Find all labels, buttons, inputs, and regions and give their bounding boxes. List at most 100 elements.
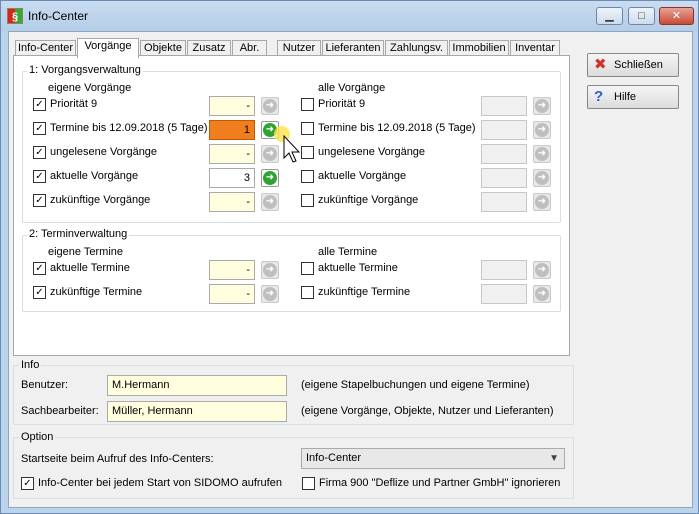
- termin-own-checkbox-0[interactable]: ✓: [33, 262, 46, 275]
- arrow-right-icon: ➜: [263, 195, 277, 209]
- sachbearbeiter-note: (eigene Vorgänge, Objekte, Nutzer und Li…: [301, 405, 554, 417]
- arrow-right-icon: ➜: [535, 171, 549, 185]
- vorgang-own-count-2[interactable]: -: [209, 144, 255, 164]
- vorgang-own-checkbox-2[interactable]: ✓: [33, 146, 46, 159]
- vorgang-own-label-0: Priorität 9: [50, 98, 98, 110]
- sachbearbeiter-field[interactable]: Müller, Hermann: [107, 401, 287, 422]
- hilfe-button[interactable]: ? Hilfe: [587, 85, 679, 109]
- vorgang-all-go-button-1[interactable]: ➜: [533, 121, 551, 139]
- vorgang-own-checkbox-1[interactable]: ✓: [33, 122, 46, 135]
- vorgang-own-checkbox-4[interactable]: ✓: [33, 194, 46, 207]
- vorgang-all-checkbox-0[interactable]: [301, 98, 314, 111]
- vorgang-own-count-1[interactable]: 1: [209, 120, 255, 140]
- vorgang-all-label-3: aktuelle Vorgänge: [318, 170, 407, 182]
- arrow-right-icon: ➜: [535, 195, 549, 209]
- app-icon: §: [7, 8, 23, 24]
- termin-all-go-button-0[interactable]: ➜: [533, 261, 551, 279]
- vorgaenge-panel: 1: Vorgangsverwaltung eigene Vorgänge al…: [13, 55, 570, 356]
- vorgang-own-label-1: Termine bis 12.09.2018 (5 Tage): [50, 122, 208, 134]
- vorgang-own-checkbox-0[interactable]: ✓: [33, 98, 46, 111]
- tab-vorgaenge[interactable]: Vorgänge: [77, 38, 139, 58]
- vorgang-all-go-button-4[interactable]: ➜: [533, 193, 551, 211]
- vorgang-all-go-button-3[interactable]: ➜: [533, 169, 551, 187]
- mouse-cursor-icon: [274, 126, 301, 163]
- help-icon: ?: [594, 88, 604, 105]
- termin-all-count-0[interactable]: [481, 260, 527, 280]
- vorgang-all-count-4[interactable]: [481, 192, 527, 212]
- vorgang-all-go-button-0[interactable]: ➜: [533, 97, 551, 115]
- termin-own-label-0: aktuelle Termine: [50, 262, 130, 274]
- all-termine-header: alle Termine: [318, 246, 378, 258]
- vorgang-own-go-button-3[interactable]: ➜: [261, 169, 279, 187]
- startseite-select[interactable]: Info-Center ▼: [301, 448, 565, 469]
- terminverwaltung-group: 2: Terminverwaltung eigene Termine alle …: [22, 228, 561, 312]
- vorgang-own-label-2: ungelesene Vorgänge: [50, 146, 158, 158]
- vorgang-all-checkbox-4[interactable]: [301, 194, 314, 207]
- vorgang-all-count-1[interactable]: [481, 120, 527, 140]
- vorgang-all-count-2[interactable]: [481, 144, 527, 164]
- option-panel: Option Startseite beim Aufruf des Info-C…: [13, 431, 574, 499]
- vorgang-own-go-button-0[interactable]: ➜: [261, 97, 279, 115]
- benutzer-field[interactable]: M.Hermann: [107, 375, 287, 396]
- vorgang-all-checkbox-3[interactable]: [301, 170, 314, 183]
- arrow-right-icon: ➜: [535, 147, 549, 161]
- termin-own-checkbox-1[interactable]: ✓: [33, 286, 46, 299]
- client-area: Info-Center Vorgänge Objekte Zusatz Abr.…: [8, 31, 693, 508]
- info-title: Info: [19, 359, 42, 371]
- maximize-button[interactable]: □: [628, 7, 655, 25]
- sachbearbeiter-label: Sachbearbeiter:: [21, 405, 99, 417]
- open-on-start-checkbox[interactable]: ✓: [21, 477, 34, 490]
- termin-all-checkbox-1[interactable]: [301, 286, 314, 299]
- vorgang-all-label-0: Priorität 9: [318, 98, 366, 110]
- arrow-right-icon: ➜: [263, 287, 277, 301]
- arrow-right-icon: ➜: [263, 171, 277, 185]
- chevron-down-icon: ▼: [549, 453, 559, 464]
- vorgang-all-label-4: zukünftige Vorgänge: [318, 194, 419, 206]
- termin-all-count-1[interactable]: [481, 284, 527, 304]
- vorgang-own-label-4: zukünftige Vorgänge: [50, 194, 151, 206]
- own-termine-header: eigene Termine: [48, 246, 124, 258]
- termin-own-label-1: zukünftige Termine: [50, 286, 143, 298]
- close-window-button[interactable]: ✕: [659, 7, 694, 25]
- termin-all-label-1: zukünftige Termine: [318, 286, 411, 298]
- info-center-window: § Info-Center ▁ □ ✕ Info-Center Vorgänge…: [0, 0, 699, 514]
- option-title: Option: [19, 431, 56, 443]
- vorgang-own-checkbox-3[interactable]: ✓: [33, 170, 46, 183]
- ignore-firm-checkbox[interactable]: [302, 477, 315, 490]
- terminverwaltung-title: 2: Terminverwaltung: [27, 228, 130, 240]
- vorgang-own-label-3: aktuelle Vorgänge: [50, 170, 139, 182]
- schliessen-button[interactable]: ✖ Schließen: [587, 53, 679, 77]
- termin-all-checkbox-0[interactable]: [301, 262, 314, 275]
- vorgang-all-label-1: Termine bis 12.09.2018 (5 Tage): [318, 122, 476, 134]
- vorgang-all-count-3[interactable]: [481, 168, 527, 188]
- termin-all-label-0: aktuelle Termine: [318, 262, 398, 274]
- arrow-right-icon: ➜: [263, 263, 277, 277]
- vorgang-own-count-0[interactable]: -: [209, 96, 255, 116]
- termin-own-go-button-0[interactable]: ➜: [261, 261, 279, 279]
- own-vorgaenge-header: eigene Vorgänge: [48, 82, 132, 94]
- arrow-right-icon: ➜: [535, 263, 549, 277]
- startseite-label: Startseite beim Aufruf des Info-Centers:: [21, 453, 214, 465]
- title-bar[interactable]: § Info-Center ▁ □ ✕: [1, 1, 698, 31]
- schliessen-label: Schließen: [614, 59, 663, 71]
- vorgang-own-go-button-4[interactable]: ➜: [261, 193, 279, 211]
- benutzer-label: Benutzer:: [21, 379, 69, 391]
- close-icon: ✖: [594, 56, 607, 73]
- termin-own-count-1[interactable]: -: [209, 284, 255, 304]
- hilfe-label: Hilfe: [614, 91, 637, 103]
- vorgangsverwaltung-title: 1: Vorgangsverwaltung: [27, 64, 143, 76]
- vorgang-own-count-4[interactable]: -: [209, 192, 255, 212]
- info-panel: Info Benutzer: M.Hermann (eigene Stapelb…: [13, 359, 574, 425]
- window-title: Info-Center: [28, 9, 89, 23]
- arrow-right-icon: ➜: [535, 99, 549, 113]
- termin-own-count-0[interactable]: -: [209, 260, 255, 280]
- minimize-button[interactable]: ▁: [596, 7, 623, 25]
- vorgang-all-go-button-2[interactable]: ➜: [533, 145, 551, 163]
- all-vorgaenge-header: alle Vorgänge: [318, 82, 386, 94]
- termin-own-go-button-1[interactable]: ➜: [261, 285, 279, 303]
- vorgang-own-count-3[interactable]: 3: [209, 168, 255, 188]
- arrow-right-icon: ➜: [535, 287, 549, 301]
- benutzer-note: (eigene Stapelbuchungen und eigene Termi…: [301, 379, 530, 391]
- vorgang-all-count-0[interactable]: [481, 96, 527, 116]
- termin-all-go-button-1[interactable]: ➜: [533, 285, 551, 303]
